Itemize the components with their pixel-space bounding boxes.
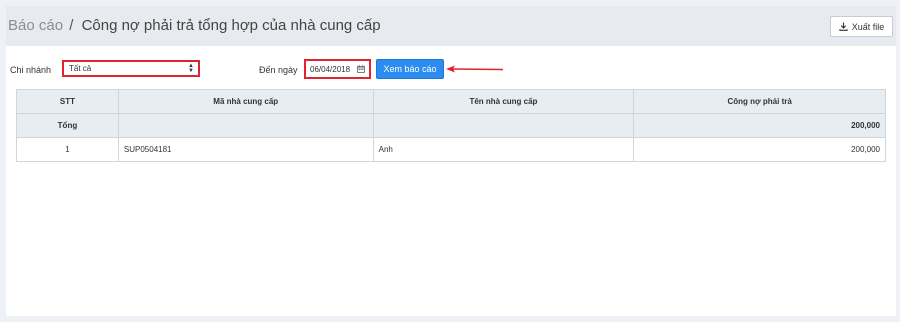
sort-caret-icon: ▲ ▼	[188, 63, 194, 74]
row-supplier-code-cell: SUP0504181	[117, 137, 374, 162]
table-header-row: STT Mã nhà cung cấp Tên nhà cung cấp Côn…	[16, 89, 886, 114]
breadcrumb[interactable]: Báo cáo	[8, 17, 63, 34]
total-name-cell	[372, 113, 635, 138]
total-label: Tổng	[16, 113, 119, 138]
row-debt-cell: 200,000	[633, 137, 886, 162]
branch-select[interactable]: Tất cả ▲ ▼	[62, 60, 200, 77]
column-header-stt[interactable]: STT	[16, 89, 119, 114]
date-label: Đến ngày	[259, 65, 298, 75]
column-header-supplier-code[interactable]: Mã nhà cung cấp	[117, 89, 374, 114]
report-table: STT Mã nhà cung cấp Tên nhà cung cấp Côn…	[16, 89, 886, 162]
export-file-button[interactable]: Xuất file	[830, 16, 893, 37]
branch-select-value: Tất cả	[69, 64, 92, 73]
report-title: Công nợ phải trả tổng hợp của nhà cung c…	[81, 17, 381, 34]
page-header: Báo cáo / Công nợ phải trả tổng hợp của …	[6, 6, 896, 46]
arrow-left-icon	[446, 65, 504, 73]
branch-label: Chi nhánh	[10, 65, 52, 75]
column-header-supplier-name[interactable]: Tên nhà cung cấp	[372, 89, 635, 114]
total-code-cell	[117, 113, 374, 138]
total-debt-cell: 200,000	[633, 113, 886, 138]
report-page: Báo cáo / Công nợ phải trả tổng hợp của …	[6, 6, 896, 316]
breadcrumb-separator: /	[69, 17, 74, 34]
table-row[interactable]: 1 SUP0504181 Anh 200,000	[16, 137, 886, 162]
row-supplier-name-cell: Anh	[372, 137, 635, 162]
page-title: Báo cáo / Công nợ phải trả tổng hợp của …	[8, 17, 381, 34]
row-stt-cell: 1	[16, 137, 119, 162]
date-input-value: 06/04/2018	[310, 64, 351, 74]
view-report-button[interactable]: Xem báo cáo	[376, 59, 444, 79]
calendar-icon[interactable]	[357, 65, 365, 73]
export-file-label: Xuất file	[851, 21, 885, 32]
download-icon	[839, 22, 848, 31]
column-header-payable-debt[interactable]: Công nợ phải trả	[633, 89, 886, 114]
date-input[interactable]: 06/04/2018	[304, 59, 371, 79]
total-row: Tổng 200,000	[16, 113, 886, 138]
